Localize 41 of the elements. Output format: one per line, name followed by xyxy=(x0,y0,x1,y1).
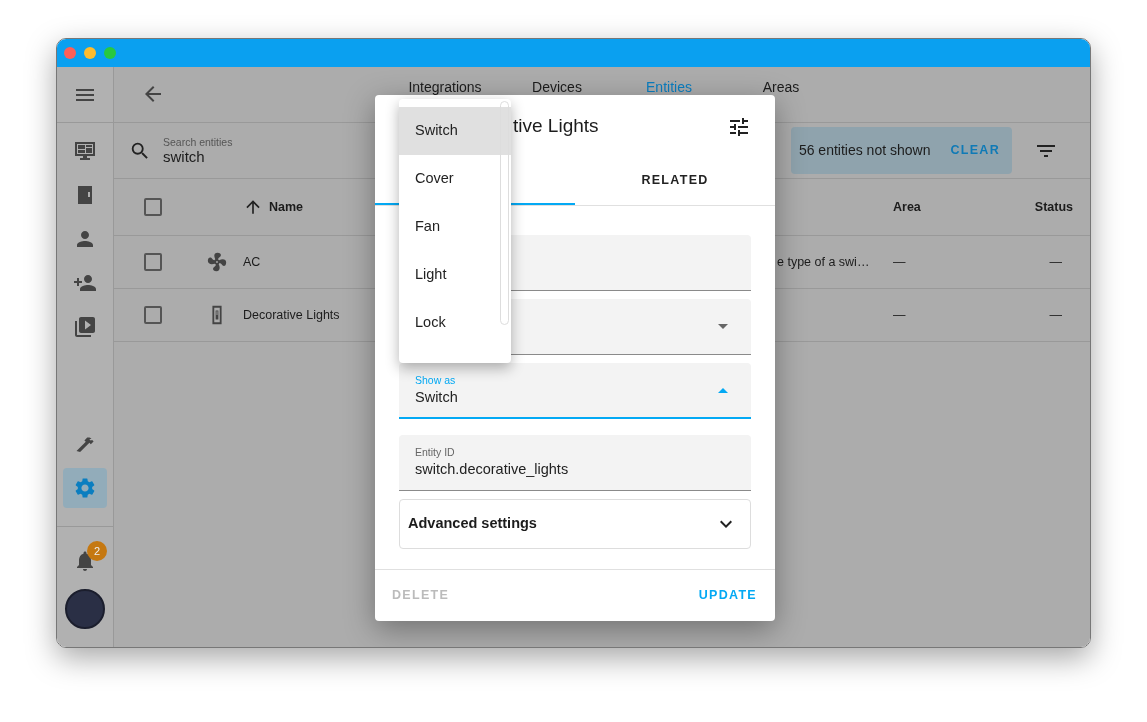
field-label: Show as xyxy=(415,373,457,387)
dropdown-arrow-icon xyxy=(718,324,728,329)
menu-item[interactable]: Switch xyxy=(399,107,511,155)
field-value: Switch xyxy=(415,387,458,407)
advanced-settings-panel[interactable]: Advanced settings xyxy=(399,499,751,549)
table-cell: e type of a swi… xyxy=(777,254,870,269)
avatar-placeholder[interactable] xyxy=(65,589,105,629)
row-checkbox[interactable] xyxy=(144,253,162,271)
monitor-icon xyxy=(73,139,97,163)
fan-icon xyxy=(206,251,228,273)
settings-icon xyxy=(73,476,97,500)
nav-tab[interactable]: Integrations xyxy=(389,67,501,95)
nav-tab[interactable]: Areas xyxy=(725,67,837,95)
column-header[interactable]: Name xyxy=(269,197,304,217)
field-value: switch.decorative_lights xyxy=(415,460,569,479)
dropdown-arrow-icon xyxy=(718,387,728,393)
menu-item[interactable]: Cover xyxy=(399,155,511,203)
field-label: Entity ID xyxy=(415,446,456,459)
advanced-settings-label: Advanced settings xyxy=(408,514,537,534)
column-header[interactable]: Status xyxy=(1034,199,1073,214)
table-cell: — xyxy=(1049,254,1062,269)
column-header[interactable]: Area xyxy=(893,197,1003,217)
table-cell: — xyxy=(893,254,906,269)
table-cell: Decorative Lights xyxy=(243,307,340,322)
menu-item[interactable]: Fan xyxy=(399,203,511,251)
input-field[interactable]: Entity ID switch.decorative_lights xyxy=(399,435,751,491)
table-cell: AC xyxy=(243,254,261,269)
filter-notice-text: 56 entities not shown xyxy=(798,141,931,160)
select-all-checkbox[interactable] xyxy=(144,198,162,216)
table-cell: — xyxy=(1049,307,1062,322)
menu-item[interactable]: Lock xyxy=(399,299,511,347)
dialog-title: tive Lights xyxy=(513,114,599,139)
notification-badge: 2 xyxy=(87,541,107,561)
select-field[interactable]: Show as Switch xyxy=(399,363,751,419)
dialog-tab[interactable]: RELATED xyxy=(575,158,775,205)
play-library-icon xyxy=(73,315,97,339)
row-checkbox[interactable] xyxy=(144,306,162,324)
search-label: Search entities xyxy=(163,135,234,148)
nav-tab[interactable]: Devices xyxy=(501,67,613,95)
table-cell: — xyxy=(893,307,906,322)
menu-item[interactable]: Light xyxy=(399,251,511,299)
